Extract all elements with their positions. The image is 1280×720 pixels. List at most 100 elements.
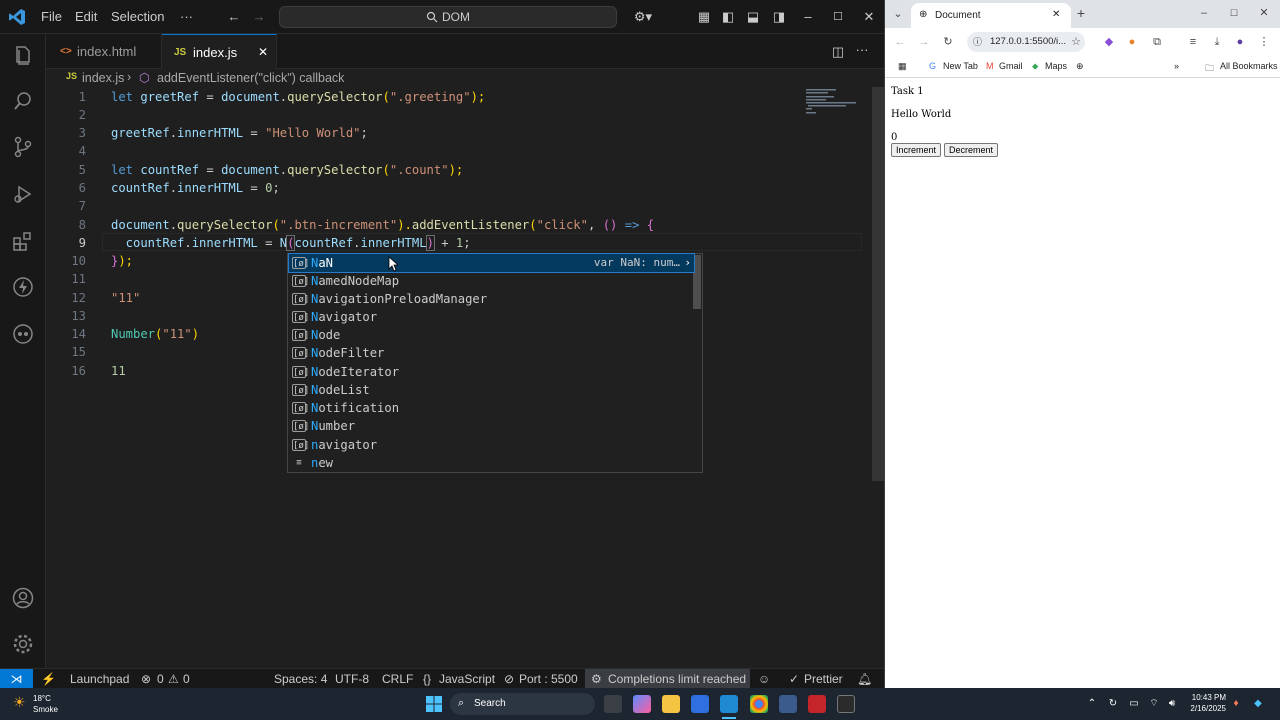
toggle-panel-icon[interactable]: ⬓ bbox=[745, 9, 761, 25]
source-control-icon[interactable] bbox=[11, 135, 35, 159]
minimize-icon[interactable]: – bbox=[1197, 6, 1211, 20]
minimap[interactable] bbox=[804, 87, 862, 117]
volume-icon[interactable]: 🔊︎ bbox=[1165, 698, 1179, 710]
minimize-icon[interactable]: – bbox=[800, 9, 816, 25]
all-bookmarks[interactable]: All Bookmarks bbox=[1220, 61, 1278, 71]
more-actions-icon[interactable]: ··· bbox=[854, 42, 870, 58]
warning-count[interactable]: 0 bbox=[183, 672, 190, 686]
launchpad-status[interactable]: Launchpad bbox=[70, 672, 129, 686]
bell-icon[interactable]: 🔔︎ bbox=[857, 672, 872, 686]
menu-edit[interactable]: Edit bbox=[75, 9, 97, 24]
bookmark-gmail[interactable]: Gmail bbox=[999, 61, 1023, 71]
new-tab-icon[interactable]: + bbox=[1074, 6, 1088, 20]
browser-tab-document[interactable]: ⊕ Document ✕ bbox=[911, 3, 1071, 28]
live-server-port[interactable]: Port : 5500 bbox=[519, 672, 578, 686]
prettier-status[interactable]: Prettier bbox=[804, 672, 843, 686]
chevron-up-icon[interactable]: ⌃ bbox=[1085, 698, 1099, 710]
accounts-icon[interactable] bbox=[11, 586, 35, 610]
copilot-app-icon[interactable] bbox=[633, 695, 651, 713]
app-taskbar-icon[interactable] bbox=[808, 695, 826, 713]
copilot-icon[interactable]: ⚙▾ bbox=[630, 9, 656, 25]
close-window-icon[interactable]: ✕ bbox=[861, 9, 877, 25]
bookmark-star-icon[interactable]: ☆ bbox=[1069, 35, 1083, 49]
error-count[interactable]: 0 bbox=[157, 672, 164, 686]
weather-icon[interactable]: ☀ bbox=[13, 694, 26, 711]
clock-time[interactable]: 10:43 PM bbox=[1182, 693, 1226, 702]
menu-file[interactable]: File bbox=[41, 9, 62, 24]
suggestion-item[interactable]: [ø] NavigationPreloadManager bbox=[289, 290, 694, 308]
suggestion-item[interactable]: ≡ new bbox=[289, 454, 694, 472]
extensions-puzzle-icon[interactable]: ⧉ bbox=[1150, 35, 1164, 49]
command-center-search[interactable]: DOM bbox=[279, 6, 617, 28]
terminal-taskbar-icon[interactable] bbox=[837, 695, 855, 713]
editor-scrollbar[interactable] bbox=[872, 87, 884, 481]
taskbar-search[interactable]: ⌕ Search bbox=[450, 693, 595, 715]
suggestion-item[interactable]: [ø] navigator bbox=[289, 436, 694, 454]
tab-index-html[interactable]: <> index.html bbox=[46, 34, 162, 69]
suggestion-item[interactable]: [ø] Node bbox=[289, 326, 694, 344]
bookmark-maps[interactable]: Maps bbox=[1045, 61, 1067, 71]
sync-icon[interactable]: ↻ bbox=[1106, 698, 1120, 710]
remote-indicator-icon[interactable]: ⋊ bbox=[0, 669, 33, 689]
suggest-scrollbar[interactable] bbox=[693, 255, 701, 309]
indentation-status[interactable]: Spaces: 4 bbox=[274, 672, 327, 686]
extension-icon[interactable]: ● bbox=[1125, 35, 1139, 49]
media-controls-icon[interactable]: ≡ bbox=[1186, 35, 1200, 49]
chevron-more-icon[interactable]: » bbox=[1174, 61, 1179, 71]
customize-layout-icon[interactable]: ▦ bbox=[696, 9, 712, 25]
back-arrow-icon[interactable]: ← bbox=[226, 9, 242, 25]
live-server-icon[interactable] bbox=[11, 275, 35, 299]
vscode-taskbar-icon[interactable] bbox=[720, 695, 738, 713]
search-icon[interactable] bbox=[11, 89, 35, 113]
maximize-icon[interactable]: ☐ bbox=[1227, 6, 1241, 20]
suggestion-item[interactable]: [ø] Notification bbox=[289, 399, 694, 417]
forward-arrow-icon[interactable]: → bbox=[251, 9, 267, 25]
tab-index-js[interactable]: JS index.js ✕ bbox=[162, 34, 277, 69]
wifi-icon[interactable]: ⌔ bbox=[1147, 698, 1161, 710]
copilot-tray-icon[interactable]: ◆ bbox=[1251, 698, 1265, 710]
suggestion-item-selected[interactable]: [ø] NaN var NaN: num… › bbox=[288, 253, 695, 273]
run-debug-icon[interactable] bbox=[11, 182, 35, 206]
language-mode[interactable]: JavaScript bbox=[439, 672, 495, 686]
app-taskbar-icon[interactable] bbox=[779, 695, 797, 713]
toggle-secondary-sidebar-icon[interactable]: ◨ bbox=[771, 9, 787, 25]
breadcrumb-symbol[interactable]: addEventListener("click") callback bbox=[157, 71, 344, 85]
download-icon[interactable]: ⤓ bbox=[1210, 35, 1224, 49]
eol-status[interactable]: CRLF bbox=[382, 672, 413, 686]
chrome-taskbar-icon[interactable] bbox=[750, 695, 768, 713]
split-editor-icon[interactable]: ◫ bbox=[830, 44, 846, 60]
completions-status[interactable]: Completions limit reached bbox=[608, 672, 746, 686]
windows-start-icon[interactable] bbox=[426, 696, 442, 712]
encoding-status[interactable]: UTF-8 bbox=[335, 672, 369, 686]
tray-app-icon[interactable]: ▭ bbox=[1127, 698, 1141, 710]
menu-more[interactable]: ··· bbox=[180, 9, 193, 24]
extensions-icon[interactable] bbox=[11, 229, 35, 253]
toggle-primary-sidebar-icon[interactable]: ◧ bbox=[720, 9, 736, 25]
suggestion-item[interactable]: [ø] NodeList bbox=[289, 381, 694, 399]
apps-grid-icon[interactable]: ▦ bbox=[898, 61, 907, 72]
maximize-icon[interactable]: ☐ bbox=[830, 9, 846, 25]
forward-arrow-icon[interactable]: → bbox=[917, 35, 931, 49]
suggestion-item[interactable]: [ø] NamedNodeMap bbox=[289, 272, 694, 290]
notification-icon[interactable]: ♦ bbox=[1229, 698, 1243, 710]
task-view-icon[interactable] bbox=[604, 695, 622, 713]
manage-gear-icon[interactable] bbox=[11, 632, 35, 656]
copilot-chat-icon[interactable] bbox=[11, 322, 35, 346]
explorer-icon[interactable] bbox=[11, 44, 35, 68]
globe-icon[interactable]: ⊕ bbox=[1076, 61, 1084, 72]
suggestion-item[interactable]: [ø] Navigator bbox=[289, 308, 694, 326]
file-explorer-icon[interactable] bbox=[662, 695, 680, 713]
suggestion-item[interactable]: [ø] Number bbox=[289, 417, 694, 435]
close-window-icon[interactable]: ✕ bbox=[1257, 6, 1271, 20]
extension-icon[interactable]: ◆ bbox=[1102, 35, 1116, 49]
bookmark-new-tab[interactable]: New Tab bbox=[943, 61, 978, 71]
site-info-icon[interactable]: ⓘ bbox=[973, 32, 982, 52]
avatar[interactable]: ● bbox=[1233, 35, 1247, 49]
menu-selection[interactable]: Selection bbox=[111, 9, 164, 24]
reload-icon[interactable]: ↻ bbox=[941, 35, 955, 49]
increment-button[interactable]: Increment bbox=[891, 143, 942, 157]
decrement-button[interactable]: Decrement bbox=[944, 143, 999, 157]
menu-kebab-icon[interactable]: ⋮ bbox=[1257, 35, 1271, 49]
suggestion-item[interactable]: [ø] NodeFilter bbox=[289, 344, 694, 362]
back-arrow-icon[interactable]: ← bbox=[893, 35, 907, 49]
